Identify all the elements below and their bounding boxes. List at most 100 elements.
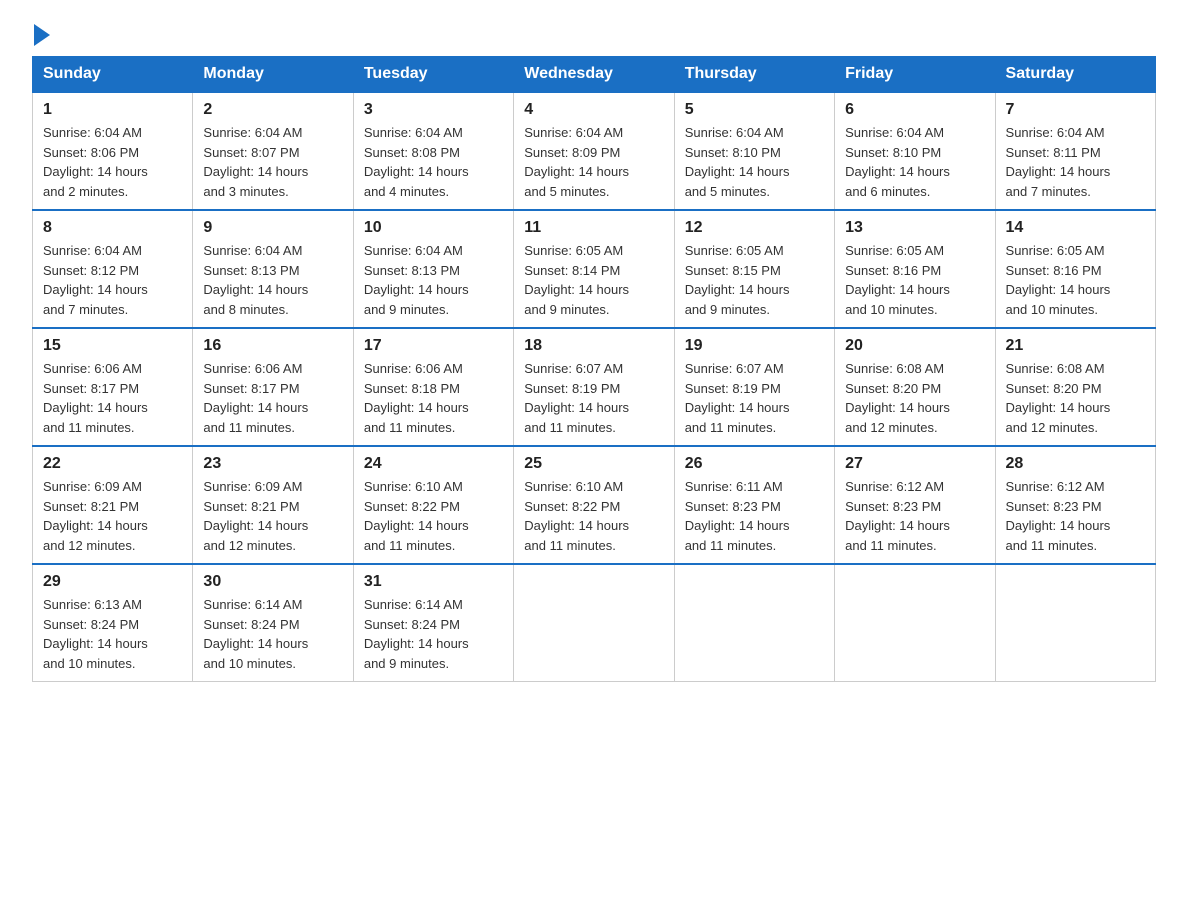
calendar-cell <box>995 564 1155 682</box>
day-info: Sunrise: 6:12 AMSunset: 8:23 PMDaylight:… <box>845 479 950 553</box>
calendar-cell <box>835 564 995 682</box>
calendar-week-row: 22 Sunrise: 6:09 AMSunset: 8:21 PMDaylig… <box>33 446 1156 564</box>
day-info: Sunrise: 6:04 AMSunset: 8:10 PMDaylight:… <box>845 125 950 199</box>
column-header-saturday: Saturday <box>995 57 1155 93</box>
calendar-cell: 30 Sunrise: 6:14 AMSunset: 8:24 PMDaylig… <box>193 564 353 682</box>
calendar-cell: 24 Sunrise: 6:10 AMSunset: 8:22 PMDaylig… <box>353 446 513 564</box>
day-number: 4 <box>524 101 663 119</box>
calendar-cell: 12 Sunrise: 6:05 AMSunset: 8:15 PMDaylig… <box>674 210 834 328</box>
day-number: 6 <box>845 101 984 119</box>
calendar-cell: 27 Sunrise: 6:12 AMSunset: 8:23 PMDaylig… <box>835 446 995 564</box>
calendar-cell: 3 Sunrise: 6:04 AMSunset: 8:08 PMDayligh… <box>353 92 513 210</box>
day-number: 20 <box>845 337 984 355</box>
day-number: 26 <box>685 455 824 473</box>
day-info: Sunrise: 6:10 AMSunset: 8:22 PMDaylight:… <box>364 479 469 553</box>
calendar-cell: 20 Sunrise: 6:08 AMSunset: 8:20 PMDaylig… <box>835 328 995 446</box>
calendar-cell: 10 Sunrise: 6:04 AMSunset: 8:13 PMDaylig… <box>353 210 513 328</box>
day-info: Sunrise: 6:06 AMSunset: 8:17 PMDaylight:… <box>43 361 148 435</box>
day-info: Sunrise: 6:09 AMSunset: 8:21 PMDaylight:… <box>203 479 308 553</box>
day-number: 18 <box>524 337 663 355</box>
day-info: Sunrise: 6:08 AMSunset: 8:20 PMDaylight:… <box>845 361 950 435</box>
day-number: 28 <box>1006 455 1145 473</box>
calendar-cell: 15 Sunrise: 6:06 AMSunset: 8:17 PMDaylig… <box>33 328 193 446</box>
calendar-week-row: 15 Sunrise: 6:06 AMSunset: 8:17 PMDaylig… <box>33 328 1156 446</box>
day-info: Sunrise: 6:12 AMSunset: 8:23 PMDaylight:… <box>1006 479 1111 553</box>
day-number: 11 <box>524 219 663 237</box>
day-info: Sunrise: 6:06 AMSunset: 8:18 PMDaylight:… <box>364 361 469 435</box>
day-info: Sunrise: 6:04 AMSunset: 8:09 PMDaylight:… <box>524 125 629 199</box>
day-info: Sunrise: 6:04 AMSunset: 8:13 PMDaylight:… <box>203 243 308 317</box>
calendar-cell <box>674 564 834 682</box>
calendar-cell: 28 Sunrise: 6:12 AMSunset: 8:23 PMDaylig… <box>995 446 1155 564</box>
day-info: Sunrise: 6:04 AMSunset: 8:12 PMDaylight:… <box>43 243 148 317</box>
calendar-cell <box>514 564 674 682</box>
day-info: Sunrise: 6:04 AMSunset: 8:13 PMDaylight:… <box>364 243 469 317</box>
day-info: Sunrise: 6:09 AMSunset: 8:21 PMDaylight:… <box>43 479 148 553</box>
column-header-friday: Friday <box>835 57 995 93</box>
logo-triangle-icon <box>34 24 50 46</box>
calendar-cell: 13 Sunrise: 6:05 AMSunset: 8:16 PMDaylig… <box>835 210 995 328</box>
day-number: 2 <box>203 101 342 119</box>
day-number: 5 <box>685 101 824 119</box>
column-header-tuesday: Tuesday <box>353 57 513 93</box>
day-info: Sunrise: 6:06 AMSunset: 8:17 PMDaylight:… <box>203 361 308 435</box>
calendar-cell: 6 Sunrise: 6:04 AMSunset: 8:10 PMDayligh… <box>835 92 995 210</box>
day-info: Sunrise: 6:05 AMSunset: 8:15 PMDaylight:… <box>685 243 790 317</box>
day-info: Sunrise: 6:04 AMSunset: 8:11 PMDaylight:… <box>1006 125 1111 199</box>
day-number: 31 <box>364 573 503 591</box>
column-header-wednesday: Wednesday <box>514 57 674 93</box>
calendar-cell: 8 Sunrise: 6:04 AMSunset: 8:12 PMDayligh… <box>33 210 193 328</box>
calendar-cell: 14 Sunrise: 6:05 AMSunset: 8:16 PMDaylig… <box>995 210 1155 328</box>
day-number: 27 <box>845 455 984 473</box>
day-number: 14 <box>1006 219 1145 237</box>
day-info: Sunrise: 6:05 AMSunset: 8:16 PMDaylight:… <box>845 243 950 317</box>
calendar-cell: 11 Sunrise: 6:05 AMSunset: 8:14 PMDaylig… <box>514 210 674 328</box>
day-info: Sunrise: 6:07 AMSunset: 8:19 PMDaylight:… <box>685 361 790 435</box>
calendar-cell: 29 Sunrise: 6:13 AMSunset: 8:24 PMDaylig… <box>33 564 193 682</box>
calendar-cell: 23 Sunrise: 6:09 AMSunset: 8:21 PMDaylig… <box>193 446 353 564</box>
column-header-sunday: Sunday <box>33 57 193 93</box>
day-info: Sunrise: 6:04 AMSunset: 8:07 PMDaylight:… <box>203 125 308 199</box>
calendar-cell: 18 Sunrise: 6:07 AMSunset: 8:19 PMDaylig… <box>514 328 674 446</box>
day-number: 22 <box>43 455 182 473</box>
logo <box>32 24 50 46</box>
day-info: Sunrise: 6:10 AMSunset: 8:22 PMDaylight:… <box>524 479 629 553</box>
day-info: Sunrise: 6:14 AMSunset: 8:24 PMDaylight:… <box>203 597 308 671</box>
calendar-cell: 7 Sunrise: 6:04 AMSunset: 8:11 PMDayligh… <box>995 92 1155 210</box>
day-info: Sunrise: 6:05 AMSunset: 8:14 PMDaylight:… <box>524 243 629 317</box>
calendar-cell: 16 Sunrise: 6:06 AMSunset: 8:17 PMDaylig… <box>193 328 353 446</box>
day-info: Sunrise: 6:11 AMSunset: 8:23 PMDaylight:… <box>685 479 790 553</box>
calendar-cell: 21 Sunrise: 6:08 AMSunset: 8:20 PMDaylig… <box>995 328 1155 446</box>
calendar-week-row: 8 Sunrise: 6:04 AMSunset: 8:12 PMDayligh… <box>33 210 1156 328</box>
day-info: Sunrise: 6:07 AMSunset: 8:19 PMDaylight:… <box>524 361 629 435</box>
day-number: 24 <box>364 455 503 473</box>
day-number: 10 <box>364 219 503 237</box>
calendar-week-row: 29 Sunrise: 6:13 AMSunset: 8:24 PMDaylig… <box>33 564 1156 682</box>
day-info: Sunrise: 6:13 AMSunset: 8:24 PMDaylight:… <box>43 597 148 671</box>
day-number: 3 <box>364 101 503 119</box>
calendar-cell: 25 Sunrise: 6:10 AMSunset: 8:22 PMDaylig… <box>514 446 674 564</box>
calendar-cell: 9 Sunrise: 6:04 AMSunset: 8:13 PMDayligh… <box>193 210 353 328</box>
calendar-cell: 31 Sunrise: 6:14 AMSunset: 8:24 PMDaylig… <box>353 564 513 682</box>
day-number: 25 <box>524 455 663 473</box>
day-info: Sunrise: 6:04 AMSunset: 8:08 PMDaylight:… <box>364 125 469 199</box>
day-number: 19 <box>685 337 824 355</box>
column-header-thursday: Thursday <box>674 57 834 93</box>
page-header <box>32 24 1156 46</box>
calendar-cell: 5 Sunrise: 6:04 AMSunset: 8:10 PMDayligh… <box>674 92 834 210</box>
day-number: 17 <box>364 337 503 355</box>
day-number: 9 <box>203 219 342 237</box>
day-number: 8 <box>43 219 182 237</box>
day-number: 15 <box>43 337 182 355</box>
calendar-cell: 17 Sunrise: 6:06 AMSunset: 8:18 PMDaylig… <box>353 328 513 446</box>
calendar-cell: 19 Sunrise: 6:07 AMSunset: 8:19 PMDaylig… <box>674 328 834 446</box>
day-number: 1 <box>43 101 182 119</box>
day-number: 13 <box>845 219 984 237</box>
calendar-cell: 4 Sunrise: 6:04 AMSunset: 8:09 PMDayligh… <box>514 92 674 210</box>
calendar-cell: 1 Sunrise: 6:04 AMSunset: 8:06 PMDayligh… <box>33 92 193 210</box>
calendar-week-row: 1 Sunrise: 6:04 AMSunset: 8:06 PMDayligh… <box>33 92 1156 210</box>
day-number: 23 <box>203 455 342 473</box>
calendar-table: SundayMondayTuesdayWednesdayThursdayFrid… <box>32 56 1156 682</box>
day-info: Sunrise: 6:04 AMSunset: 8:06 PMDaylight:… <box>43 125 148 199</box>
day-number: 21 <box>1006 337 1145 355</box>
